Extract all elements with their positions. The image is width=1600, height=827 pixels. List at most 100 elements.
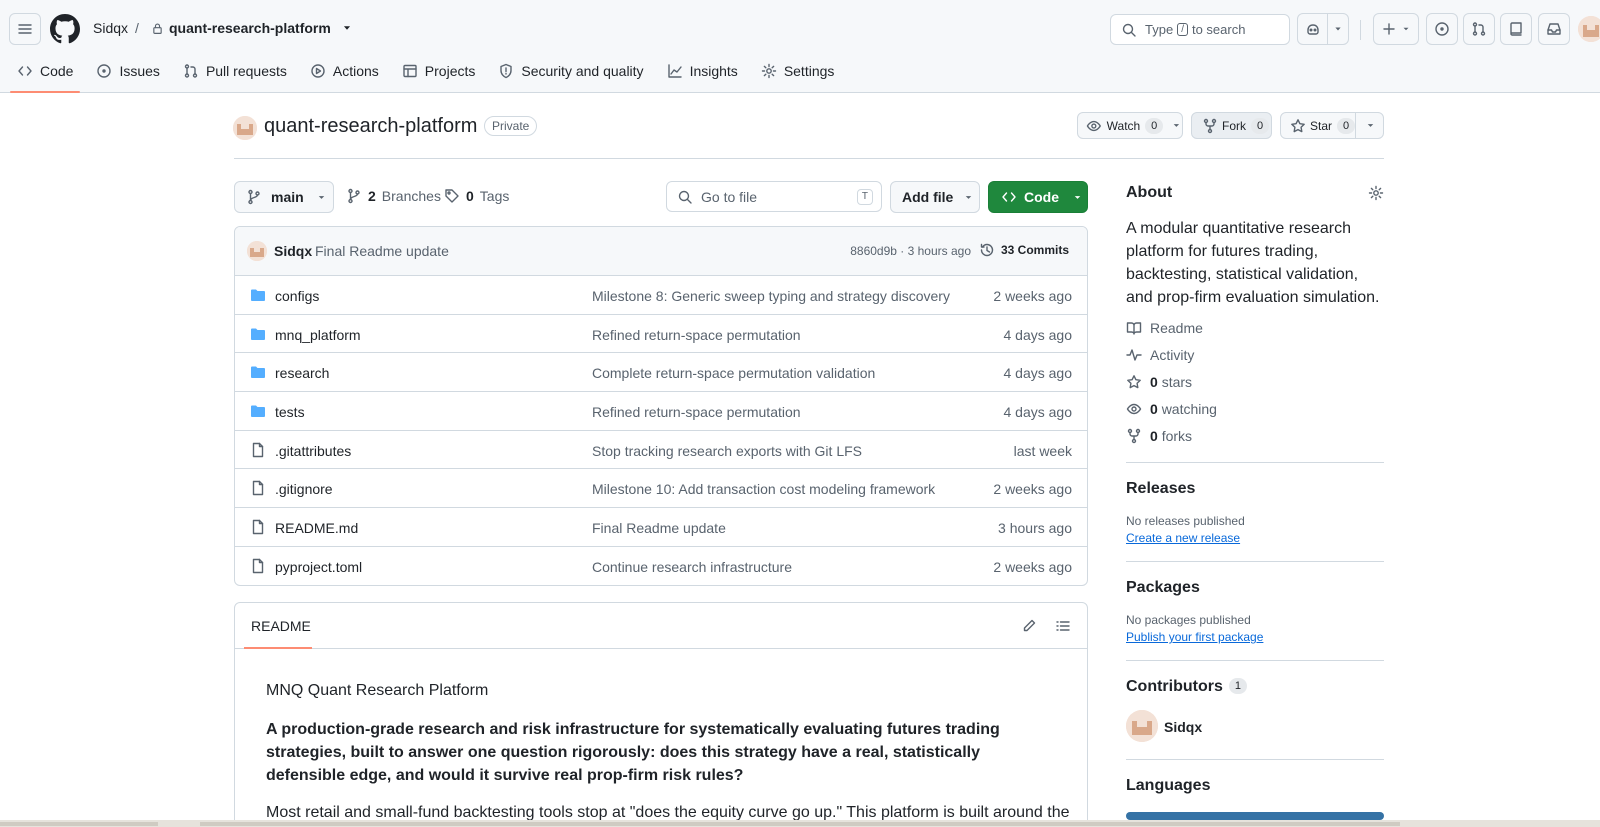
star-button[interactable]: Star 0 bbox=[1280, 112, 1384, 139]
tags-link[interactable]: 0 Tags bbox=[444, 188, 509, 204]
forks-link[interactable]: 0 forks bbox=[1126, 428, 1192, 444]
tab-settings[interactable]: Settings bbox=[752, 58, 844, 84]
commit-author-avatar[interactable] bbox=[247, 241, 267, 261]
tab-security[interactable]: Security and quality bbox=[489, 58, 652, 84]
file-commit-message[interactable]: Milestone 8: Generic sweep typing and st… bbox=[592, 288, 950, 304]
packages-title[interactable]: Packages bbox=[1126, 579, 1200, 597]
issues-button[interactable] bbox=[1426, 13, 1458, 45]
tab-insights[interactable]: Insights bbox=[658, 58, 747, 84]
table-icon bbox=[403, 64, 417, 78]
chevron-down-icon bbox=[966, 195, 972, 199]
commit-meta[interactable]: 8860d9b · 3 hours ago bbox=[850, 244, 971, 258]
stars-link[interactable]: 0 stars bbox=[1126, 374, 1192, 390]
watching-label: watching bbox=[1161, 401, 1217, 417]
commit-message[interactable]: Final Readme update bbox=[315, 243, 449, 259]
copilot-button[interactable] bbox=[1298, 14, 1328, 44]
code-button[interactable]: Code bbox=[988, 181, 1088, 213]
code-icon bbox=[18, 66, 32, 76]
file-commit-message[interactable]: Stop tracking research exports with Git … bbox=[592, 443, 862, 459]
sidebar-divider bbox=[1126, 759, 1384, 760]
chevron-down-icon[interactable] bbox=[1365, 120, 1376, 131]
file-name-link[interactable]: pyproject.toml bbox=[275, 559, 362, 575]
history-icon bbox=[980, 243, 994, 257]
folder-icon bbox=[251, 328, 265, 340]
releases-title[interactable]: Releases bbox=[1126, 480, 1195, 498]
branch-selector[interactable]: main bbox=[234, 181, 334, 213]
releases-empty: No releases published bbox=[1126, 514, 1245, 528]
pull-requests-button[interactable] bbox=[1463, 13, 1495, 45]
search-input[interactable]: Type / to search bbox=[1110, 14, 1290, 45]
user-avatar[interactable] bbox=[1578, 16, 1600, 42]
publish-package-link[interactable]: Publish your first package bbox=[1126, 630, 1263, 644]
file-commit-message[interactable]: Complete return-space permutation valida… bbox=[592, 365, 875, 381]
file-commit-message[interactable]: Refined return-space permutation bbox=[592, 327, 801, 343]
file-commit-date: 3 hours ago bbox=[998, 520, 1072, 537]
commits-link[interactable]: 33 Commits bbox=[979, 242, 1069, 258]
owner-link[interactable]: Sidqx bbox=[93, 20, 128, 36]
readme-link[interactable]: Readme bbox=[1126, 320, 1203, 336]
branches-link[interactable]: 2 Branches bbox=[346, 188, 441, 204]
about-description: A modular quantitative research platform… bbox=[1126, 220, 1380, 306]
add-file-button[interactable]: Add file bbox=[890, 181, 980, 213]
table-row: README.md Final Readme update 3 hours ago bbox=[235, 508, 1087, 547]
contributor-avatar[interactable] bbox=[1126, 710, 1158, 742]
header-divider bbox=[1360, 20, 1361, 40]
tab-issues[interactable]: Issues bbox=[87, 58, 168, 84]
inbox-button[interactable] bbox=[1538, 13, 1570, 45]
scrollbar-thumb[interactable] bbox=[0, 822, 158, 826]
watching-link[interactable]: 0 watching bbox=[1126, 401, 1217, 417]
folder-icon bbox=[251, 405, 265, 418]
file-type-icon bbox=[250, 403, 266, 419]
tab-projects[interactable]: Projects bbox=[393, 58, 485, 84]
activity-link[interactable]: Activity bbox=[1126, 347, 1194, 363]
file-name-link[interactable]: configs bbox=[275, 288, 319, 304]
create-new-button[interactable] bbox=[1373, 13, 1419, 45]
github-logo-icon[interactable] bbox=[50, 14, 80, 44]
tags-count: 0 bbox=[466, 188, 474, 204]
repo-breadcrumb[interactable]: quant-research-platform bbox=[151, 20, 354, 36]
watch-button[interactable]: Watch 0 bbox=[1077, 112, 1183, 139]
file-name-link[interactable]: README.md bbox=[275, 520, 358, 536]
horizontal-scrollbar[interactable] bbox=[0, 820, 1600, 827]
contributors-title[interactable]: Contributors 1 bbox=[1126, 678, 1247, 696]
star-main[interactable]: Star 0 bbox=[1281, 113, 1356, 138]
table-row: .gitignore Milestone 10: Add transaction … bbox=[235, 469, 1087, 509]
file-name-link[interactable]: .gitignore bbox=[275, 481, 333, 497]
fork-button[interactable]: Fork 0 bbox=[1191, 112, 1272, 139]
table-row: .gitattributes Stop tracking research exp… bbox=[235, 431, 1087, 470]
pencil-icon[interactable] bbox=[1021, 618, 1037, 634]
create-release-link[interactable]: Create a new release bbox=[1126, 531, 1240, 545]
file-name-link[interactable]: .gitattributes bbox=[275, 443, 351, 459]
hamburger-menu-button[interactable] bbox=[9, 13, 41, 45]
owner-avatar[interactable] bbox=[233, 116, 257, 140]
readme-tab[interactable]: README bbox=[251, 618, 311, 634]
file-name-link[interactable]: research bbox=[275, 365, 329, 381]
commit-author[interactable]: Sidqx bbox=[274, 243, 312, 259]
file-commit-date: 4 days ago bbox=[1003, 365, 1073, 382]
tab-pull-requests[interactable]: Pull requests bbox=[174, 58, 296, 84]
list-outline-icon[interactable] bbox=[1055, 618, 1071, 634]
copilot-button-group[interactable] bbox=[1297, 13, 1349, 45]
readme-header: README bbox=[235, 603, 1087, 649]
file-type-icon bbox=[250, 287, 266, 303]
tab-code[interactable]: Code bbox=[8, 58, 82, 93]
sidebar-divider bbox=[1126, 660, 1384, 661]
file-commit-message[interactable]: Final Readme update bbox=[592, 520, 726, 536]
repositories-button[interactable] bbox=[1500, 13, 1532, 45]
file-commit-message[interactable]: Refined return-space permutation bbox=[592, 404, 801, 420]
file-commit-message[interactable]: Milestone 10: Add transaction cost model… bbox=[592, 481, 935, 497]
file-name-link[interactable]: mnq_platform bbox=[275, 327, 361, 343]
repo-title[interactable]: quant-research-platform bbox=[264, 115, 477, 138]
file-commit-message[interactable]: Continue research infrastructure bbox=[592, 559, 792, 575]
copilot-menu-button[interactable] bbox=[1328, 14, 1348, 44]
readme-link-label: Readme bbox=[1150, 320, 1203, 336]
sidebar-divider bbox=[1126, 462, 1384, 463]
gear-icon[interactable] bbox=[1368, 185, 1384, 201]
file-name-link[interactable]: tests bbox=[275, 404, 305, 420]
go-to-file-input[interactable]: Go to file T bbox=[666, 181, 882, 212]
scrollbar-track-segment bbox=[200, 822, 1400, 826]
tab-actions[interactable]: Actions bbox=[301, 58, 388, 84]
hamburger-icon bbox=[18, 24, 32, 34]
star-icon bbox=[1127, 375, 1141, 389]
contributor-name[interactable]: Sidqx bbox=[1164, 719, 1202, 735]
